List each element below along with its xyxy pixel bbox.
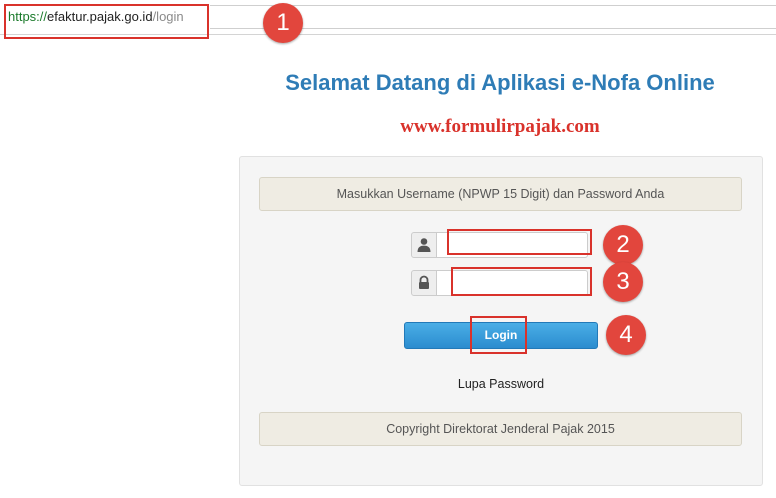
- page-title: Selamat Datang di Aplikasi e-Nofa Online: [285, 70, 715, 95]
- instruction-box: Masukkan Username (NPWP 15 Digit) dan Pa…: [259, 177, 742, 211]
- copyright-box: Copyright Direktorat Jenderal Pajak 2015: [259, 412, 742, 446]
- user-icon: [411, 232, 437, 258]
- username-highlight-box: [447, 229, 592, 255]
- login-highlight-box: [470, 316, 527, 354]
- watermark-text: www.formulirpajak.com: [400, 116, 600, 137]
- forgot-password-link[interactable]: Lupa Password: [404, 377, 598, 391]
- step-badge-2: 2: [603, 225, 643, 265]
- lock-icon: [411, 270, 437, 296]
- step-badge-3: 3: [603, 262, 643, 302]
- step-badge-4: 4: [606, 315, 646, 355]
- url-highlight-box: [4, 4, 209, 39]
- step-badge-1: 1: [263, 3, 303, 43]
- password-highlight-box: [451, 267, 592, 296]
